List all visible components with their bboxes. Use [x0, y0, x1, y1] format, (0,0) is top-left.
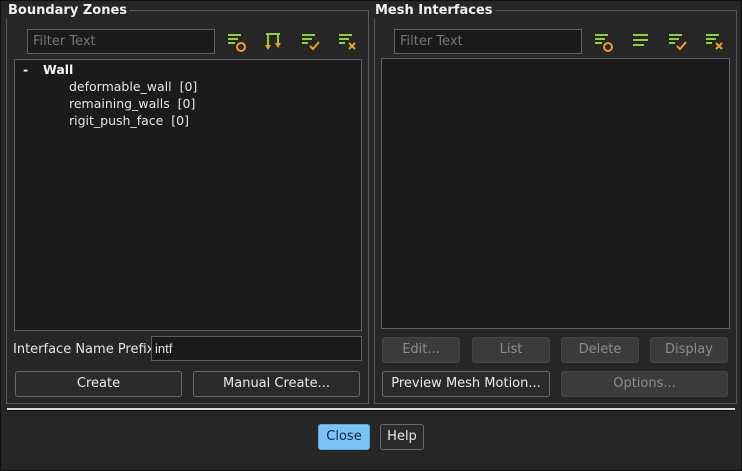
close-button[interactable]: Close [318, 424, 370, 450]
tree-group-label: Wall [43, 62, 74, 77]
tree-item-count: [0] [179, 79, 198, 94]
select-all-icon[interactable] [667, 31, 689, 53]
display-button[interactable]: Display [650, 337, 728, 363]
list-button[interactable]: List [472, 337, 550, 363]
list-icon[interactable] [630, 31, 652, 53]
interface-name-prefix-input[interactable] [151, 336, 362, 361]
mesh-interfaces-title: Mesh Interfaces [373, 3, 495, 18]
tree-item-label: rigit_push_face [69, 113, 164, 128]
deselect-all-icon[interactable] [337, 31, 359, 53]
tree-item[interactable]: rigit_push_face [0] [69, 113, 189, 128]
deselect-all-icon[interactable] [704, 31, 726, 53]
preview-mesh-motion-button[interactable]: Preview Mesh Motion... [382, 371, 550, 397]
tree-item[interactable]: deformable_wall [0] [69, 79, 197, 94]
tree-item-label: deformable_wall [69, 79, 172, 94]
tree-item-label: remaining_walls [69, 96, 170, 111]
mesh-interfaces-filter-input[interactable] [394, 29, 582, 54]
select-all-filter-icon[interactable] [593, 31, 615, 53]
boundary-zones-tree[interactable]: - Wall deformable_wall [0] remaining_wall… [14, 59, 362, 331]
interface-name-prefix-label: Interface Name Prefix [13, 342, 155, 357]
manual-create-button[interactable]: Manual Create... [193, 371, 360, 397]
boundary-zones-dialog: Boundary Zones -Wall deformable_wall [0]… [0, 0, 742, 471]
tree-item-count: [0] [177, 96, 196, 111]
tree-collapse-toggle[interactable]: - [23, 62, 43, 77]
mesh-interfaces-list[interactable] [381, 58, 730, 329]
help-button[interactable]: Help [380, 424, 424, 450]
tree-item-count: [0] [171, 113, 190, 128]
create-button[interactable]: Create [15, 371, 182, 397]
tree-item[interactable]: remaining_walls [0] [69, 96, 195, 111]
tree-group-wall[interactable]: - Wall [23, 62, 73, 77]
boundary-zones-filter-input[interactable] [27, 29, 215, 54]
options-button[interactable]: Options... [561, 371, 728, 397]
boundary-zones-title: Boundary Zones [6, 3, 130, 18]
footer-separator-shadow [7, 410, 735, 411]
delete-button[interactable]: Delete [561, 337, 639, 363]
select-all-icon[interactable] [300, 31, 322, 53]
select-all-filter-icon[interactable] [226, 31, 248, 53]
group-sort-icon[interactable] [263, 31, 285, 53]
edit-button[interactable]: Edit... [382, 337, 460, 363]
